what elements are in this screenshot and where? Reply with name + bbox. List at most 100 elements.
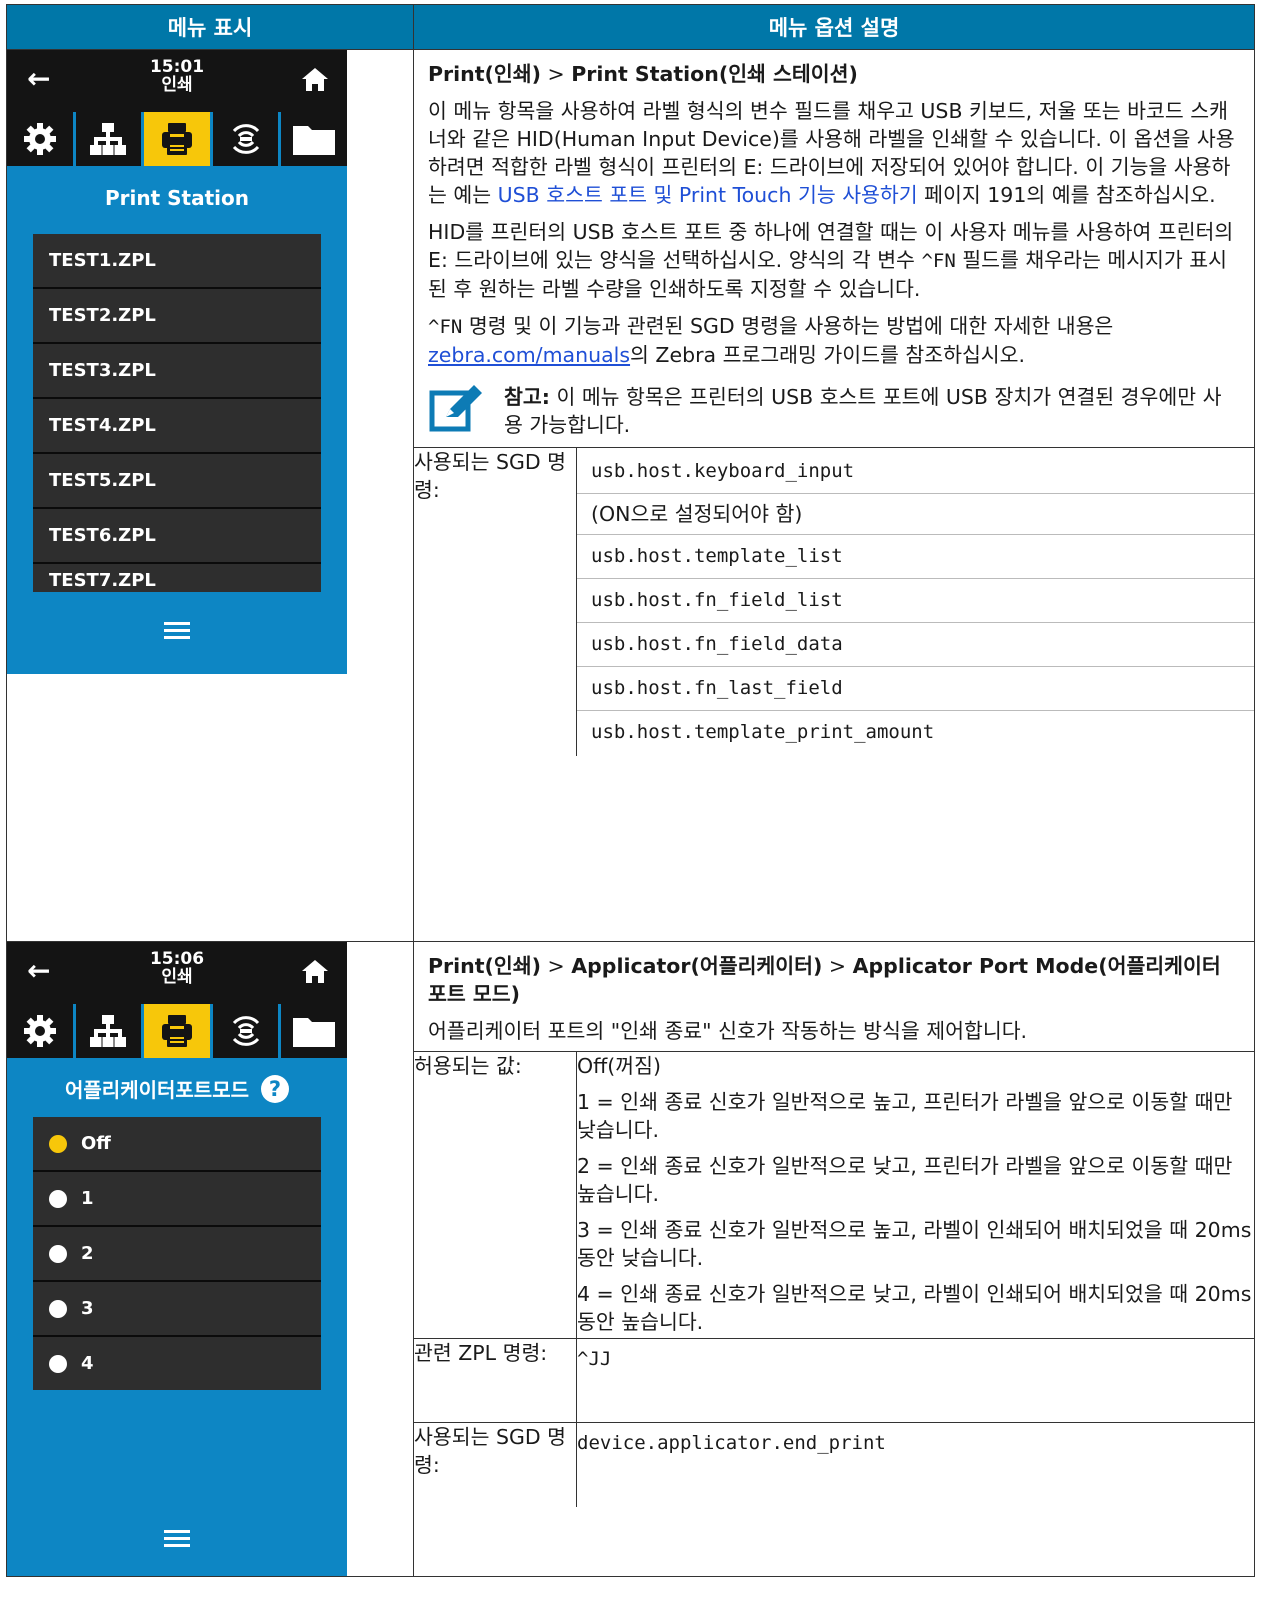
zpl-command: ^JJ [577, 1348, 612, 1370]
option-label: Off [81, 1133, 111, 1154]
list-item[interactable]: TEST1.ZPL [33, 234, 321, 289]
home-icon[interactable] [301, 958, 329, 988]
sgd-label: 사용되는 SGD 명령: [414, 447, 577, 756]
accepted-value: 3 = 인쇄 종료 신호가 일반적으로 높고, 라벨이 인쇄되어 배치되었을 때… [577, 1218, 1252, 1270]
code-inline: ^FN [921, 250, 956, 272]
radio-option[interactable]: Off [33, 1117, 321, 1172]
option-label: 2 [81, 1243, 94, 1264]
heading-part: Print(인쇄) [428, 62, 542, 86]
network-icon[interactable] [75, 112, 145, 166]
file-list[interactable]: TEST1.ZPL TEST2.ZPL TEST3.ZPL TEST4.ZPL … [33, 234, 321, 592]
accepted-values-label: 허용되는 값: [414, 1051, 577, 1339]
accepted-value: Off(꺼짐) [577, 1054, 661, 1078]
paragraph-text: 의 Zebra 프로그래밍 가이드를 참조하십시오. [630, 343, 1026, 367]
category-icon-row [7, 112, 347, 166]
note-label: 참고: [504, 385, 550, 409]
clock-time: 15:06 [149, 949, 205, 969]
paragraph: 이 메뉴 항목을 사용하여 라벨 형식의 변수 필드를 채우고 USB 키보드,… [428, 97, 1240, 209]
header-menu-description: 메뉴 옵션 설명 [413, 4, 1255, 50]
sgd-command: usb.host.template_list [577, 535, 1254, 579]
list-item[interactable]: TEST7.ZPL [33, 564, 321, 590]
radio-option[interactable]: 3 [33, 1282, 321, 1337]
manuals-link[interactable]: zebra.com/manuals [428, 343, 630, 367]
category-icon-row [7, 1004, 347, 1058]
device-screen-print-station: ← 15:01 인쇄 Print Station TEST1.ZPL TEST2… [7, 50, 347, 674]
sgd-table: 사용되는 SGD 명령: usb.host.keyboard_input (ON… [414, 447, 1254, 756]
radio-option[interactable]: 1 [33, 1172, 321, 1227]
list-item[interactable]: TEST5.ZPL [33, 454, 321, 509]
screen-title: Print Station [105, 186, 249, 210]
help-icon[interactable]: ? [261, 1074, 289, 1103]
device-screen-applicator: ← 15:06 인쇄 어플리케이터포트모드 ? Off 1 2 3 4 [7, 942, 347, 1576]
folder-icon[interactable] [281, 112, 347, 166]
paragraph: HID를 프린터의 USB 호스트 포트 중 하나에 연결할 때는 이 사용자 … [428, 218, 1240, 303]
screen-cell-print-station: ← 15:01 인쇄 Print Station TEST1.ZPL TEST2… [6, 49, 414, 942]
sgd-command: device.applicator.end_print [577, 1432, 886, 1454]
heading-part: Applicator(어플리케이터) [571, 954, 823, 978]
screen-cell-applicator: ← 15:06 인쇄 어플리케이터포트모드 ? Off 1 2 3 4 [6, 941, 414, 1577]
accepted-values: Off(꺼짐) 1 = 인쇄 종료 신호가 일반적으로 높고, 프린터가 라벨을… [576, 1051, 1254, 1339]
rfid-icon[interactable] [212, 112, 282, 166]
list-item[interactable]: TEST6.ZPL [33, 509, 321, 564]
section-heading: Print(인쇄) > Print Station(인쇄 스테이션) [428, 60, 1240, 88]
rfid-icon[interactable] [212, 1004, 282, 1058]
sgd-note: (ON으로 설정되어야 함) [577, 494, 1254, 535]
radio-option[interactable]: 4 [33, 1337, 321, 1390]
description-cell-applicator: Print(인쇄) > Applicator(어플리케이터) > Applica… [413, 941, 1255, 1577]
hamburger-menu-icon[interactable] [7, 1526, 347, 1554]
network-icon[interactable] [75, 1004, 145, 1058]
radio-selected-icon [49, 1134, 67, 1153]
top-bar: ← 15:06 인쇄 [7, 942, 347, 1004]
top-bar: ← 15:01 인쇄 [7, 50, 347, 112]
folder-icon[interactable] [281, 1004, 347, 1058]
header-menu-display: 메뉴 표시 [6, 4, 414, 50]
heading-part: Print(인쇄) [428, 954, 542, 978]
option-list[interactable]: Off 1 2 3 4 [33, 1117, 321, 1390]
zpl-label: 관련 ZPL 명령: [414, 1338, 577, 1423]
print-icon-selected[interactable] [144, 1004, 213, 1058]
hamburger-menu-icon[interactable] [7, 592, 347, 646]
screen-subtitle: 인쇄 [161, 967, 193, 987]
list-item[interactable]: TEST3.ZPL [33, 344, 321, 399]
cross-reference-link[interactable]: USB 호스트 포트 및 Print Touch 기능 사용하기 [498, 183, 918, 207]
sgd-command: usb.host.fn_field_list [577, 579, 1254, 623]
code-inline: ^FN [428, 316, 463, 338]
accepted-value: 2 = 인쇄 종료 신호가 일반적으로 낮고, 프린터가 라벨을 앞으로 이동할… [577, 1154, 1233, 1206]
radio-unselected-icon [49, 1299, 67, 1318]
sgd-values: usb.host.keyboard_input (ON으로 설정되어야 함) u… [576, 447, 1254, 756]
heading-separator: > [541, 62, 572, 86]
section-heading: Print(인쇄) > Applicator(어플리케이터) > Applica… [428, 952, 1240, 1008]
settings-gear-icon[interactable] [7, 112, 76, 166]
accepted-value: 1 = 인쇄 종료 신호가 일반적으로 높고, 프린터가 라벨을 앞으로 이동할… [577, 1090, 1233, 1142]
radio-unselected-icon [49, 1244, 67, 1263]
option-label: 1 [81, 1188, 94, 1209]
sgd-command: usb.host.template_print_amount [591, 721, 935, 743]
screen-title: 어플리케이터포트모드 [65, 1078, 249, 1102]
sgd-command: usb.host.fn_last_field [577, 667, 1254, 711]
option-label: 4 [81, 1353, 94, 1374]
list-item[interactable]: TEST4.ZPL [33, 399, 321, 454]
settings-gear-icon[interactable] [7, 1004, 76, 1058]
heading-separator: > [822, 954, 853, 978]
accepted-value: 4 = 인쇄 종료 신호가 일반적으로 낮고, 라벨이 인쇄되어 배치되었을 때… [577, 1282, 1252, 1334]
paragraph: 어플리케이터 포트의 "인쇄 종료" 신호가 작동하는 방식을 제어합니다. [428, 1019, 1028, 1043]
radio-unselected-icon [49, 1189, 67, 1208]
note-pencil-icon [429, 385, 482, 432]
paragraph: ^FN 명령 및 이 기능과 관련된 SGD 명령을 사용하는 방법에 대한 자… [428, 312, 1240, 369]
print-icon-selected[interactable] [144, 112, 213, 166]
values-table: 허용되는 값: Off(꺼짐) 1 = 인쇄 종료 신호가 일반적으로 높고, … [414, 1051, 1254, 1507]
option-label: 3 [81, 1298, 94, 1319]
list-item[interactable]: TEST2.ZPL [33, 289, 321, 344]
radio-option[interactable]: 2 [33, 1227, 321, 1282]
sgd-command: usb.host.fn_field_data [577, 623, 1254, 667]
screen-subtitle: 인쇄 [161, 75, 193, 95]
home-icon[interactable] [301, 66, 329, 96]
note-box: 참고: 이 메뉴 항목은 프린터의 USB 호스트 포트에 USB 장치가 연결… [428, 383, 1240, 439]
description-cell-print-station: Print(인쇄) > Print Station(인쇄 스테이션) 이 메뉴 … [413, 49, 1255, 942]
sgd-command: usb.host.keyboard_input [577, 448, 1254, 494]
menu-table: 메뉴 표시 메뉴 옵션 설명 ← 15:01 인쇄 Print Station … [6, 4, 1255, 1577]
paragraph-text: 명령 및 이 기능과 관련된 SGD 명령을 사용하는 방법에 대한 자세한 내… [462, 314, 1114, 338]
clock-time: 15:01 [149, 57, 205, 77]
paragraph-text: 페이지 191의 예를 참조하십시오. [917, 183, 1216, 207]
note-text: 이 메뉴 항목은 프린터의 USB 호스트 포트에 USB 장치가 연결된 경우… [504, 385, 1222, 437]
